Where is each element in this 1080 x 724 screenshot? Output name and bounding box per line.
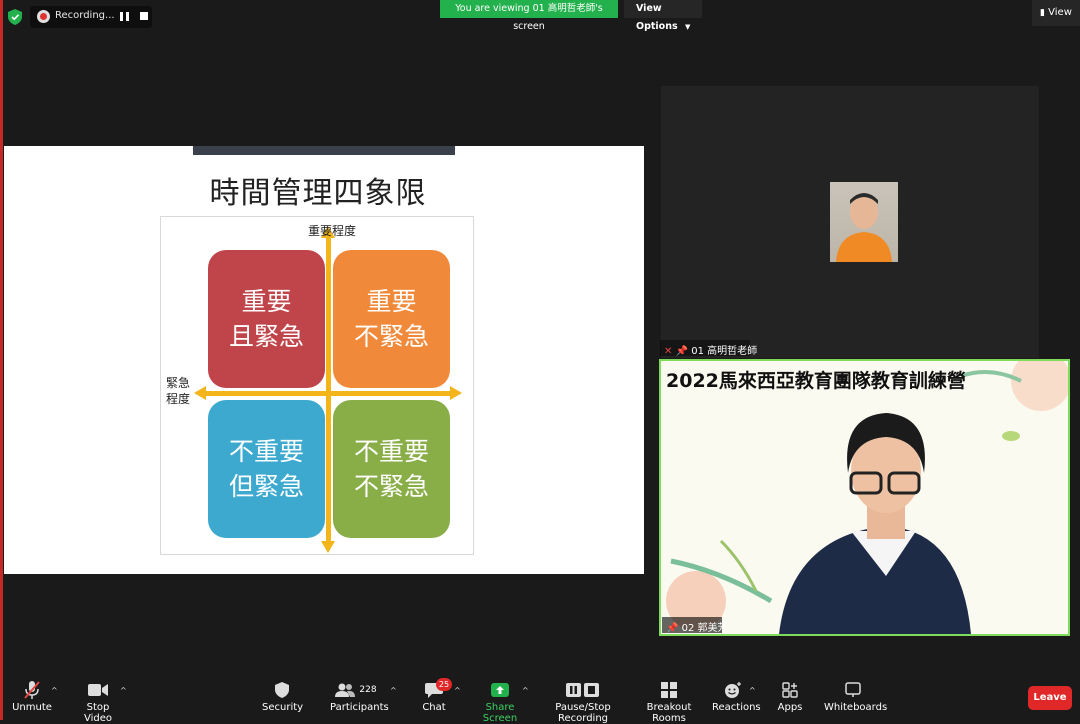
- view-layout-icon: ▮: [1040, 8, 1045, 18]
- participants-button[interactable]: 228 Participants: [330, 680, 389, 713]
- whiteboards-label: Whiteboards: [824, 702, 888, 713]
- microphone-muted-icon: [24, 681, 40, 699]
- stop-video-button[interactable]: Stop Video: [72, 680, 124, 724]
- quadrant-important-not-urgent: 重要 不緊急: [333, 250, 450, 388]
- unmute-button[interactable]: Unmute: [8, 680, 56, 713]
- view-options-button[interactable]: View Options ▼: [624, 0, 702, 32]
- host-avatar: [830, 182, 898, 262]
- active-speaker-video[interactable]: [659, 359, 1070, 636]
- recording-icon: [37, 10, 50, 23]
- arrow-right-icon: [450, 386, 462, 400]
- quadrant-not-urgent-not-important: 不重要 不緊急: [333, 400, 450, 538]
- security-button[interactable]: Security: [262, 680, 304, 713]
- speaker-video-frame: [666, 361, 1068, 634]
- view-button[interactable]: ▮ View: [1032, 0, 1080, 26]
- urgency-axis-label: 緊急 程度: [166, 376, 191, 406]
- share-screen-label: Share Screen: [482, 702, 518, 724]
- breakout-rooms-label: Breakout Rooms: [646, 702, 692, 724]
- mic-muted-icon: ✕: [664, 346, 673, 357]
- horizontal-axis: [202, 391, 454, 396]
- arrow-left-icon: [194, 386, 206, 400]
- arrow-down-icon: [321, 541, 335, 553]
- chat-label: Chat: [422, 702, 446, 713]
- stop-video-label: Stop Video: [83, 702, 113, 724]
- leave-button[interactable]: Leave: [1028, 686, 1072, 710]
- quadrant-urgent-not-important: 不重要 但緊急: [208, 400, 325, 538]
- host-name-text: 01 高明哲老師: [691, 346, 758, 357]
- view-label: View: [1048, 7, 1072, 18]
- quadrant-matrix: 重要 且緊急 重要 不緊急 不重要 但緊急 不重要 不緊急: [160, 216, 474, 555]
- chat-options-caret[interactable]: ^: [454, 686, 461, 695]
- whiteboards-button[interactable]: Whiteboards: [824, 680, 887, 713]
- participants-count: 228: [359, 685, 377, 695]
- apps-button[interactable]: Apps: [774, 680, 806, 713]
- recording-label: Recording...: [55, 10, 115, 21]
- speaker-name-label: 📌 02 郭美芳: [666, 619, 728, 634]
- speaker-name-text: 02 郭美芳: [681, 623, 728, 634]
- viewing-banner-text: You are viewing 01 高明哲老師's screen: [455, 3, 603, 32]
- pause-stop-recording-button[interactable]: Pause/Stop Recording: [538, 680, 628, 724]
- apps-icon: [782, 682, 798, 698]
- pin-icon: 📌: [675, 346, 689, 357]
- audio-options-caret[interactable]: ^: [51, 686, 58, 695]
- whiteboard-icon: [845, 682, 861, 697]
- video-options-caret[interactable]: ^: [120, 686, 127, 695]
- pause-stop-recording-label: Pause/Stop Recording: [555, 702, 611, 724]
- breakout-rooms-button[interactable]: Breakout Rooms: [634, 680, 704, 724]
- smiley-icon: [725, 682, 741, 698]
- viewing-banner: You are viewing 01 高明哲老師's screen: [440, 0, 618, 32]
- quadrant-urgent-important: 重要 且緊急: [208, 250, 325, 388]
- share-screen-icon: [491, 683, 509, 697]
- view-options-label: View Options: [636, 3, 678, 32]
- security-shield-icon: [275, 682, 289, 698]
- unmute-label: Unmute: [12, 702, 52, 713]
- shield-icon[interactable]: [8, 9, 22, 25]
- reactions-options-caret[interactable]: ^: [749, 686, 756, 695]
- stop-icon[interactable]: [140, 12, 148, 20]
- share-options-caret[interactable]: ^: [522, 686, 529, 695]
- people-icon: [335, 683, 356, 697]
- reactions-button[interactable]: Reactions: [712, 680, 761, 713]
- apps-label: Apps: [777, 702, 803, 713]
- window-edge: [0, 0, 3, 720]
- camera-banner-title: 2022馬來西亞教育團隊教育訓練營: [666, 370, 966, 392]
- chat-unread-badge: 25: [436, 678, 452, 691]
- slide-header-bar: [193, 146, 455, 155]
- participants-options-caret[interactable]: ^: [390, 686, 397, 695]
- video-camera-icon: [88, 684, 108, 696]
- person-icon: [836, 193, 892, 262]
- host-name-label: ✕ 📌 01 高明哲老師: [664, 342, 757, 357]
- share-screen-button[interactable]: Share Screen: [472, 680, 528, 724]
- pause-icon[interactable]: [120, 12, 129, 21]
- reactions-label: Reactions: [712, 702, 761, 713]
- chevron-down-icon: ▼: [684, 23, 691, 31]
- importance-axis-label: 重要程度: [308, 224, 357, 238]
- breakout-rooms-icon: [661, 682, 677, 698]
- participants-label: Participants: [330, 702, 389, 713]
- slide-title: 時間管理四象限: [209, 176, 427, 211]
- pin-icon: 📌: [666, 623, 679, 634]
- security-label: Security: [262, 702, 304, 713]
- pause-stop-recording-icon: [566, 683, 599, 697]
